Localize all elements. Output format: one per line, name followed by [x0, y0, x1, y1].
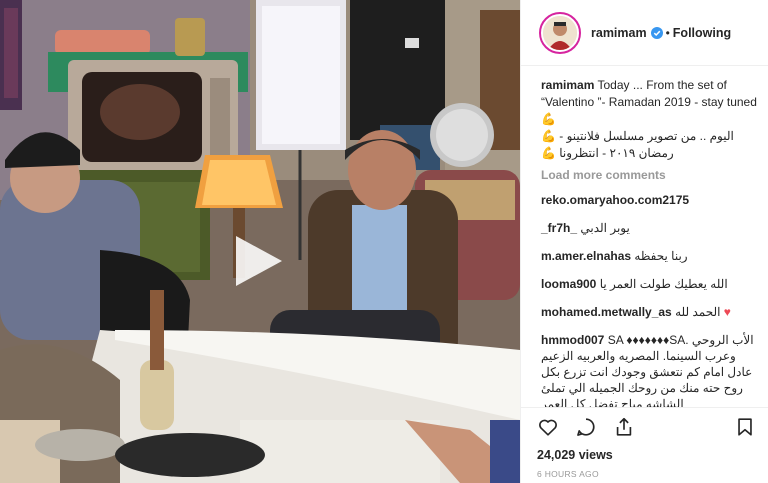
avatar-image [543, 15, 577, 50]
caption-text-ar-1: اليوم .. من تصوير مسلسل فلانتينو - 💪 [541, 129, 734, 143]
comment-item: mohamed.metwally_as الحمد لله ♥ [541, 304, 758, 320]
verified-badge-icon [650, 26, 663, 39]
comment-item: reko.omaryahoo.com2175 [541, 192, 758, 208]
post-video[interactable] [0, 0, 520, 483]
red-heart-emoji-icon: ♥ [723, 305, 731, 319]
view-count[interactable]: 24,029 views [537, 448, 756, 462]
caption-text-ar-2: رمضان ٢٠١٩ - انتظرونا 💪 [541, 146, 674, 160]
post-timestamp[interactable]: 6 HOURS AGO [537, 469, 756, 479]
action-icons [537, 414, 756, 440]
comment-item: hmmod007 SA ♦♦♦♦♦♦♦SA. الأب الروحي وعرب … [541, 332, 758, 407]
heart-icon[interactable] [537, 416, 559, 438]
comment-username[interactable]: _fr7h_ [541, 221, 577, 235]
comments-list[interactable]: ramimam Today ... From the set of “Valen… [521, 67, 768, 407]
comment-text: ربنا يحفظه [634, 249, 688, 263]
comment-username[interactable]: mohamed.metwally_as [541, 305, 672, 319]
share-icon[interactable] [613, 416, 635, 438]
separator-dot: • [665, 25, 670, 40]
avatar[interactable] [539, 11, 581, 54]
play-icon[interactable] [228, 232, 286, 290]
header-username[interactable]: ramimam [591, 26, 647, 40]
following-button[interactable]: Following [673, 26, 731, 40]
comment-text: الله يعطيك طولت العمر يا [599, 277, 728, 291]
comment-username[interactable]: m.amer.elnahas [541, 249, 631, 263]
post-actions: 24,029 views 6 HOURS AGO [521, 407, 768, 483]
post-header: ramimam • Following [521, 0, 768, 66]
bookmark-icon[interactable] [734, 416, 756, 438]
post-caption: ramimam Today ... From the set of “Valen… [541, 77, 758, 162]
comment-icon[interactable] [575, 416, 597, 438]
comment-item: looma900 الله يعطيك طولت العمر يا [541, 276, 758, 292]
comment-username[interactable]: looma900 [541, 277, 596, 291]
post-sidebar: ramimam • Following ramimam Today ... Fr… [520, 0, 768, 483]
comment-text: الحمد لله [675, 305, 721, 319]
instagram-post-modal: ramimam • Following ramimam Today ... Fr… [0, 0, 768, 483]
comment-text: يوبر الدبي [580, 221, 630, 235]
comment-item: m.amer.elnahas ربنا يحفظه [541, 248, 758, 264]
load-more-comments-button[interactable]: Load more comments [541, 168, 758, 182]
comment-username[interactable]: hmmod007 [541, 333, 604, 347]
caption-username[interactable]: ramimam [541, 78, 594, 92]
comment-username[interactable]: reko.omaryahoo.com2175 [541, 193, 689, 207]
comment-item: _fr7h_ يوبر الدبي [541, 220, 758, 236]
